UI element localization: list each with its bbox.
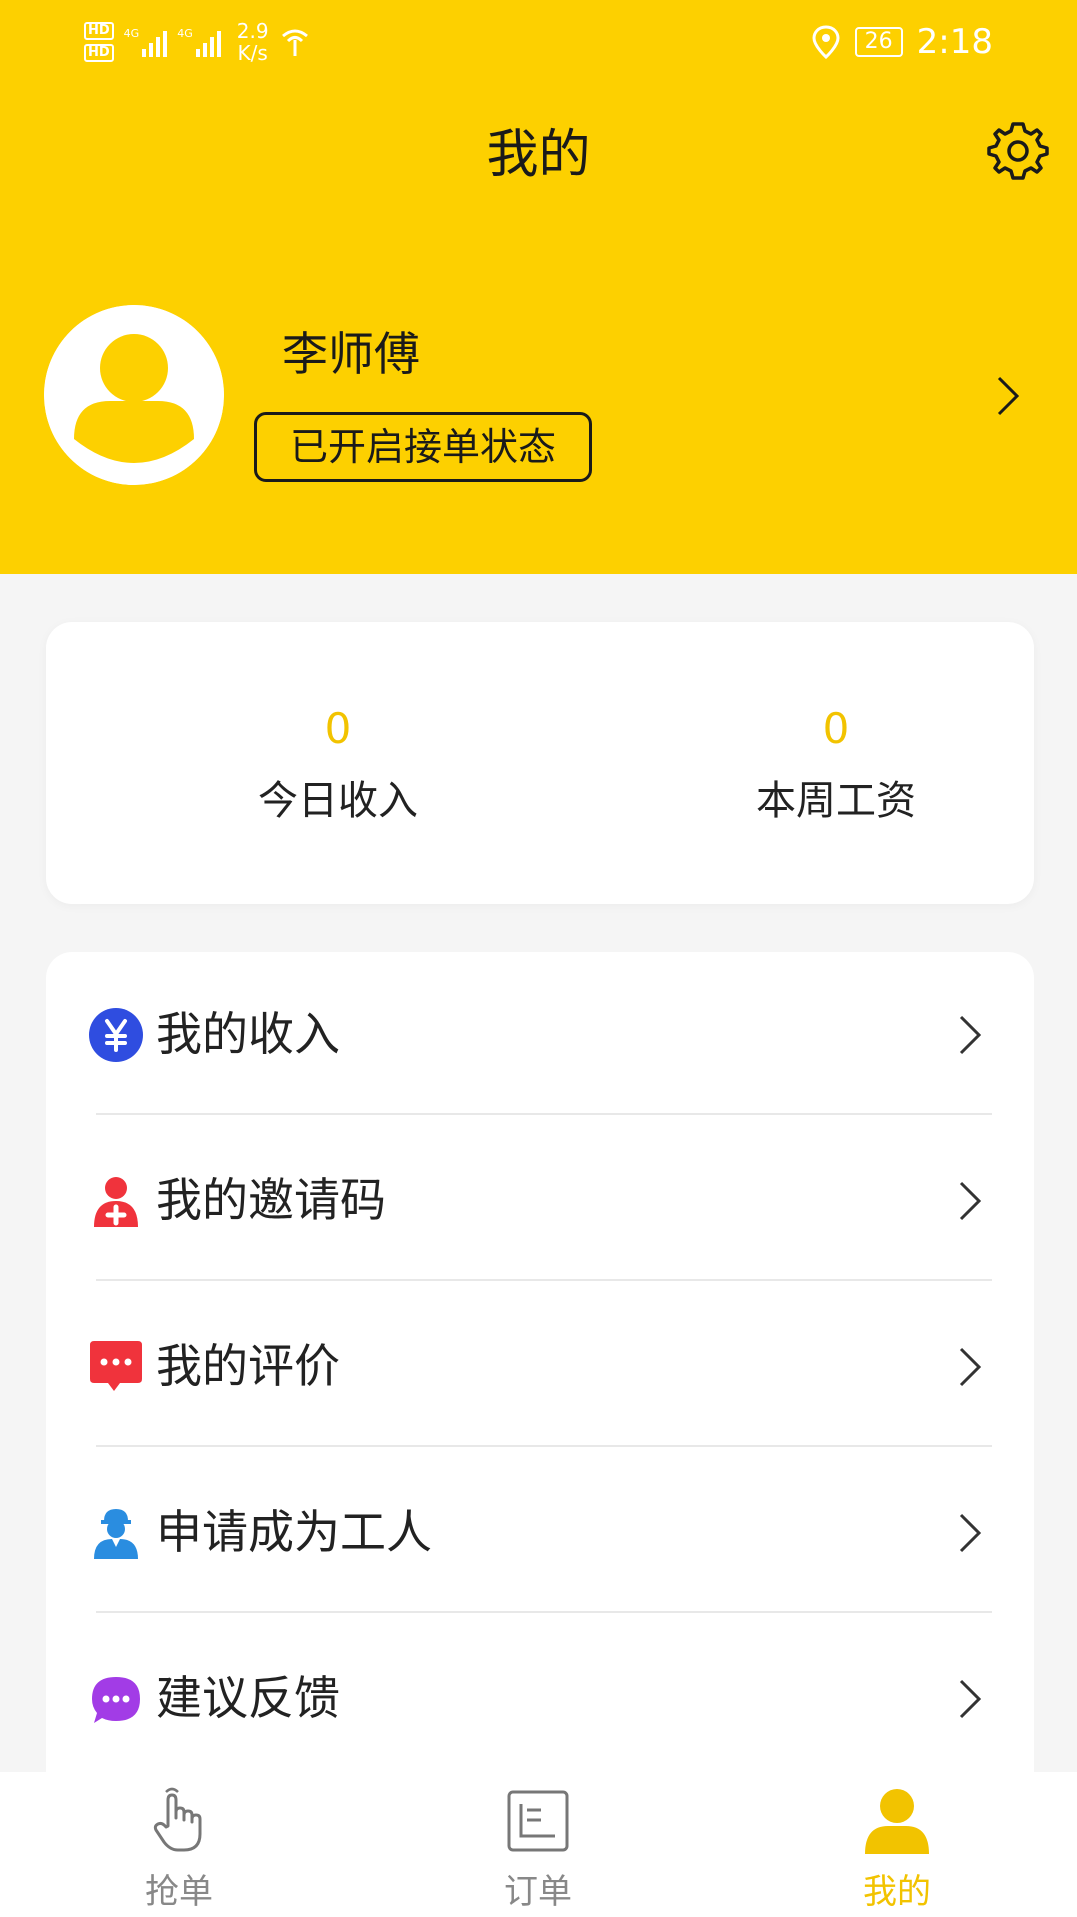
page-title: 我的 (486, 125, 591, 185)
chevron-right-icon (959, 1015, 982, 1055)
chevron-right-icon (959, 1679, 982, 1719)
menu-item-label: 申请成为工人 (156, 1505, 432, 1559)
stat-value: 0 (822, 704, 850, 753)
feedback-icon (92, 1677, 140, 1723)
status-left: HD HD 4G 4G 2.9 K/s (84, 14, 311, 70)
menu-item-label: 我的邀请码 (156, 1173, 386, 1227)
chevron-right-icon (959, 1181, 982, 1221)
user-name: 李师傅 (282, 327, 420, 381)
menu-item-income[interactable]: 我的收入 (46, 952, 1034, 1118)
chevron-right-icon (959, 1513, 982, 1553)
network-type-1: 4G (123, 27, 140, 40)
tab-grab-order[interactable]: 抢单 (79, 1772, 279, 1917)
worker-icon (94, 1509, 138, 1559)
wifi-icon (281, 29, 308, 56)
menu-item-invite-code[interactable]: 我的邀请码 (46, 1118, 1034, 1284)
order-list-icon (507, 1790, 569, 1852)
divider (96, 1445, 992, 1447)
stat-label: 今日收入 (258, 778, 418, 824)
status-right: 26 2:18 (811, 20, 993, 64)
person-icon (865, 1789, 929, 1854)
bottom-tab-bar: 抢单 订单 我的 (0, 1772, 1077, 1917)
divider (96, 1113, 992, 1115)
chevron-right-icon (959, 1347, 982, 1387)
signal-2: 4G (177, 27, 221, 57)
signal-bar (209, 37, 214, 57)
network-type-2: 4G (177, 27, 193, 40)
tab-label: 我的 (863, 1872, 931, 1912)
invite-user-icon (94, 1177, 138, 1227)
speed-unit: K/s (237, 41, 268, 65)
signal-bar (195, 49, 200, 57)
signal-bar (142, 49, 147, 57)
divider (96, 1279, 992, 1281)
menu-item-reviews[interactable]: 我的评价 (46, 1284, 1034, 1450)
settings-button[interactable] (985, 118, 1051, 184)
signal-bar (149, 43, 154, 57)
stat-label: 本周工资 (756, 778, 916, 824)
hd-badge-1: HD (84, 22, 114, 40)
avatar-icon (44, 305, 224, 485)
yuan-icon (89, 1008, 143, 1062)
signal-bar (163, 31, 168, 57)
hd-indicators: HD HD (84, 22, 114, 62)
tab-orders[interactable]: 订单 (438, 1772, 638, 1917)
chevron-right-icon (997, 376, 1020, 416)
tab-label: 抢单 (145, 1872, 213, 1912)
menu-item-apply-worker[interactable]: 申请成为工人 (46, 1450, 1034, 1616)
menu-item-label: 我的评价 (156, 1339, 340, 1393)
stat-weekly-wage[interactable]: 0 本周工资 (686, 702, 986, 826)
divider (96, 1611, 992, 1613)
tab-label: 订单 (504, 1872, 572, 1912)
profile-chevron[interactable] (995, 374, 1021, 418)
location-icon (812, 25, 840, 59)
order-status-badge[interactable]: 已开启接单状态 (254, 412, 592, 482)
hd-badge-2: HD (84, 44, 114, 62)
signal-bar (202, 43, 207, 57)
signal-bar (216, 31, 221, 57)
gear-icon (987, 122, 1049, 180)
menu-list: 我的收入 我的邀请码 我的评价 申请成为工人 建议反馈 (46, 952, 1034, 1792)
status-bar: HD HD 4G 4G 2.9 K/s 26 2:18 (0, 0, 1077, 80)
stat-today-income[interactable]: 0 今日收入 (188, 702, 488, 826)
menu-item-feedback[interactable]: 建议反馈 (46, 1616, 1034, 1782)
menu-item-label: 我的收入 (156, 1007, 340, 1061)
hand-tap-icon (153, 1787, 202, 1852)
clock: 2:18 (916, 22, 993, 62)
network-speed: 2.9 K/s (237, 20, 269, 64)
menu-item-label: 建议反馈 (156, 1671, 340, 1725)
tab-mine[interactable]: 我的 (797, 1772, 997, 1917)
battery-level: 26 (854, 27, 903, 57)
stat-value: 0 (324, 704, 352, 753)
signal-1: 4G (124, 27, 168, 57)
header: HD HD 4G 4G 2.9 K/s 26 2:18 我的 李师傅 已开启接单… (0, 0, 1077, 574)
comment-icon (90, 1341, 142, 1391)
speed-value: 2.9 (236, 19, 269, 43)
avatar[interactable] (44, 305, 224, 485)
stats-card: 0 今日收入 0 本周工资 (46, 622, 1034, 904)
signal-bar (156, 37, 161, 57)
